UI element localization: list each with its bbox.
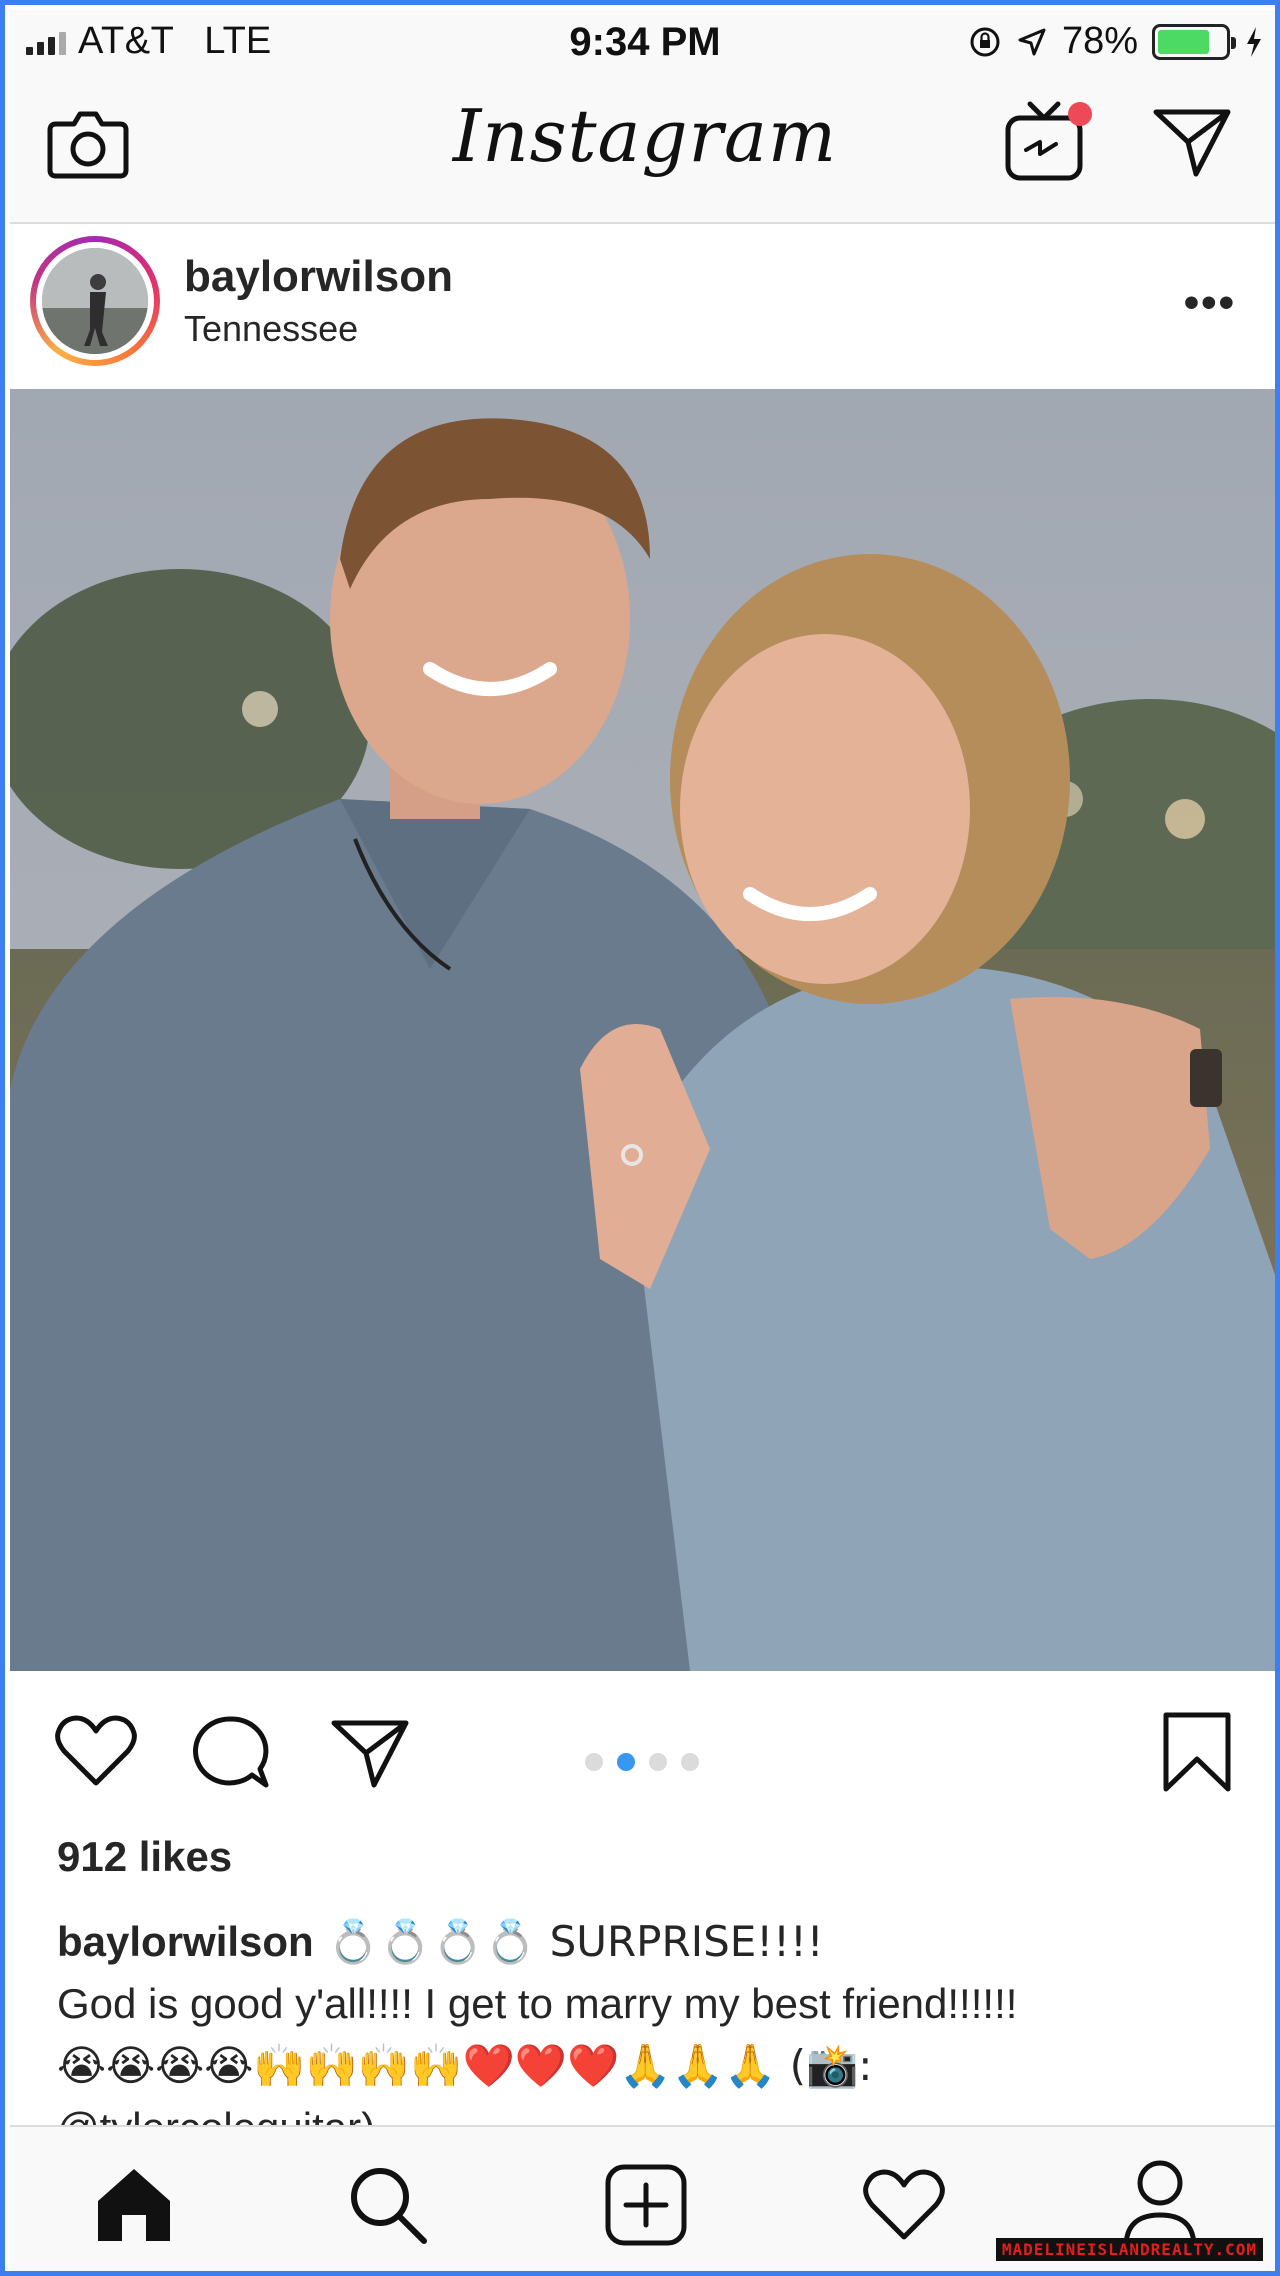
home-icon[interactable]: [92, 2163, 176, 2243]
comment-icon[interactable]: [190, 1713, 270, 1791]
save-bookmark-icon[interactable]: [1160, 1711, 1234, 1793]
carousel-dot: [649, 1753, 667, 1771]
new-post-icon[interactable]: [604, 2163, 688, 2247]
battery-percent: 78%: [1061, 20, 1138, 62]
more-options-icon[interactable]: •••: [1184, 278, 1236, 328]
location-arrow-icon: [1018, 28, 1046, 55]
carousel-indicator: [585, 1753, 699, 1771]
profile-icon[interactable]: [1120, 2159, 1200, 2249]
share-icon[interactable]: [328, 1717, 412, 1789]
igtv-icon[interactable]: [1002, 96, 1098, 184]
phone-screen: AT&T LTE 9:34 PM 78% Instagram baylorwil…: [0, 0, 1280, 2276]
notification-dot: [1068, 102, 1092, 126]
search-icon[interactable]: [346, 2163, 430, 2247]
battery-icon: [1152, 23, 1236, 60]
carousel-dot: [617, 1753, 635, 1771]
direct-message-icon[interactable]: [1150, 106, 1234, 178]
likes-count[interactable]: 912 likes: [57, 1833, 232, 1881]
status-bar: AT&T LTE 9:34 PM 78%: [10, 10, 1275, 72]
caption-line-1: 💍💍💍💍 SURPRISE!!!!: [313, 1917, 824, 1966]
carousel-dot: [585, 1753, 603, 1771]
orientation-lock-icon: [970, 27, 1000, 56]
post-actions: [10, 1673, 1275, 1823]
caption-username[interactable]: baylorwilson: [57, 1918, 314, 1965]
post-location[interactable]: Tennessee: [184, 308, 358, 350]
post-header: baylorwilson Tennessee •••: [10, 224, 1275, 389]
avatar[interactable]: [30, 236, 160, 366]
watermark: MADELINEISLANDREALTY.COM: [995, 2238, 1263, 2261]
post-photo[interactable]: [10, 389, 1275, 1671]
post-caption: baylorwilson 💍💍💍💍 SURPRISE!!!! God is go…: [57, 1911, 1237, 2159]
like-heart-icon[interactable]: [54, 1713, 138, 1789]
activity-icon[interactable]: [862, 2167, 946, 2243]
carousel-dot: [681, 1753, 699, 1771]
caption-line-3: 😭😭😭😭🙌🙌🙌🙌❤️❤️❤️🙏🙏🙏 (📸:: [57, 2041, 873, 2090]
app-header: Instagram: [10, 72, 1275, 224]
photo-illustration: [10, 389, 1275, 1671]
charging-bolt-icon: [1247, 26, 1261, 57]
post-username[interactable]: baylorwilson: [184, 252, 453, 302]
caption-line-2: God is good y'all!!!! I get to marry my …: [57, 1980, 1018, 2027]
